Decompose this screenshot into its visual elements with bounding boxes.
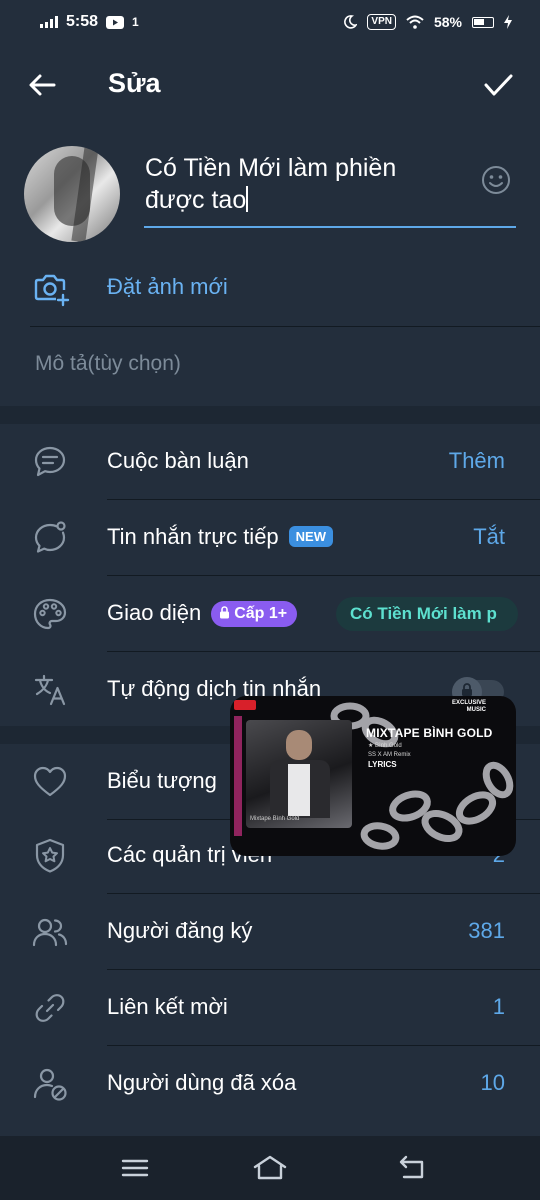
subscribers-label: Người đăng ký xyxy=(107,918,253,943)
status-time: 5:58 xyxy=(66,13,99,30)
emoji-icon[interactable] xyxy=(480,164,512,196)
battery-percent: 58% xyxy=(433,14,462,30)
divider xyxy=(30,326,540,327)
wifi-icon xyxy=(406,15,424,29)
mixtape-remix: SS X AM Remix xyxy=(368,752,411,758)
lyrics-label: LYRICS xyxy=(368,760,397,769)
direct-message-icon xyxy=(34,521,66,553)
subscribers-count: 381 xyxy=(468,918,505,943)
theme-name-chip: Có Tiền Mới làm p xyxy=(336,597,518,631)
lock-icon xyxy=(220,606,230,619)
new-badge: NEW xyxy=(288,526,334,547)
save-check-icon[interactable] xyxy=(482,69,514,101)
add-photo-camera-icon xyxy=(34,274,70,307)
system-nav-bar xyxy=(0,1136,540,1200)
channel-name-line1: Có Tiền Mới làm phiền xyxy=(145,154,397,182)
direct-messages-value: Tắt xyxy=(473,524,505,549)
back-nav-icon[interactable] xyxy=(396,1152,428,1184)
pip-video-overlay[interactable]: Mixtape Bình Gold EXCLUSIVE MUSIC MIXTAPE… xyxy=(230,696,516,856)
invite-links-row[interactable]: Liên kết mời 1 xyxy=(0,970,540,1046)
palette-icon xyxy=(33,598,67,630)
battery-icon xyxy=(472,16,494,28)
appearance-row[interactable]: Giao diện Cấp 1+ Có Tiền Mới làm p xyxy=(0,576,540,652)
moon-icon xyxy=(344,15,358,29)
set-new-photo-label: Đặt ảnh mới xyxy=(107,274,228,299)
charging-icon xyxy=(504,15,512,29)
invite-links-label: Liên kết mời xyxy=(107,994,228,1019)
mixtape-title: MIXTAPE BÌNH GOLD xyxy=(366,726,493,740)
removed-users-row[interactable]: Người dùng đã xóa 10 xyxy=(0,1046,540,1122)
subscribers-icon xyxy=(32,918,68,947)
back-arrow-icon[interactable] xyxy=(26,69,58,101)
discussion-label: Cuộc bàn luận xyxy=(107,448,249,473)
artist-photo xyxy=(246,720,352,828)
app-bar: Sửa xyxy=(0,44,540,126)
reactions-label: Biểu tượng xyxy=(107,768,217,793)
channel-name-input[interactable]: Có Tiền Mới làm phiền được tao xyxy=(145,152,475,216)
channel-settings-section: Cuộc bàn luận Thêm Tin nhắn trực tiếp NEW… xyxy=(0,424,540,726)
channel-name-line2: được tao xyxy=(145,186,247,214)
home-icon[interactable] xyxy=(252,1152,288,1184)
photo-caption: Mixtape Bình Gold xyxy=(250,816,300,822)
channel-info-section: Có Tiền Mới làm phiền được tao Đặt ảnh m… xyxy=(0,126,540,406)
set-new-photo-button[interactable]: Đặt ảnh mới xyxy=(0,250,540,326)
admin-shield-icon xyxy=(35,838,65,873)
appearance-label: Giao diện Cấp 1+ xyxy=(107,600,298,627)
channel-avatar[interactable] xyxy=(24,146,120,242)
translate-icon xyxy=(34,674,66,706)
direct-messages-label: Tin nhắn trực tiếp NEW xyxy=(107,524,334,550)
name-input-underline xyxy=(144,226,516,228)
direct-messages-row[interactable]: Tin nhắn trực tiếp NEW Tắt xyxy=(0,500,540,576)
discussion-row[interactable]: Cuộc bàn luận Thêm xyxy=(0,424,540,500)
mixtape-artist: ★ Bình Gold xyxy=(368,743,402,749)
removed-user-icon xyxy=(33,1068,67,1101)
removed-users-count: 10 xyxy=(480,1070,505,1095)
invite-links-count: 1 xyxy=(492,994,505,1019)
link-icon xyxy=(35,994,65,1022)
status-bar: 5:58 1 VPN 58% xyxy=(0,0,540,44)
youtube-icon xyxy=(106,15,125,29)
subscribers-row[interactable]: Người đăng ký 381 xyxy=(0,894,540,970)
lock-icon xyxy=(462,683,472,696)
menu-icon[interactable] xyxy=(119,1152,151,1184)
channel-logo-icon xyxy=(234,700,256,710)
level-badge: Cấp 1+ xyxy=(211,601,298,627)
notification-count: 1 xyxy=(132,15,139,29)
removed-users-label: Người dùng đã xóa xyxy=(107,1070,297,1095)
text-cursor xyxy=(246,186,249,212)
page-title: Sửa xyxy=(108,68,161,98)
vpn-badge: VPN xyxy=(367,14,396,30)
signal-icon xyxy=(40,16,58,28)
description-input[interactable]: Mô tả(tùy chọn) xyxy=(35,352,181,376)
discussion-chat-icon xyxy=(34,446,66,477)
heart-icon xyxy=(33,766,67,797)
exclusive-label: EXCLUSIVE MUSIC xyxy=(452,700,487,713)
discussion-value: Thêm xyxy=(448,448,505,473)
